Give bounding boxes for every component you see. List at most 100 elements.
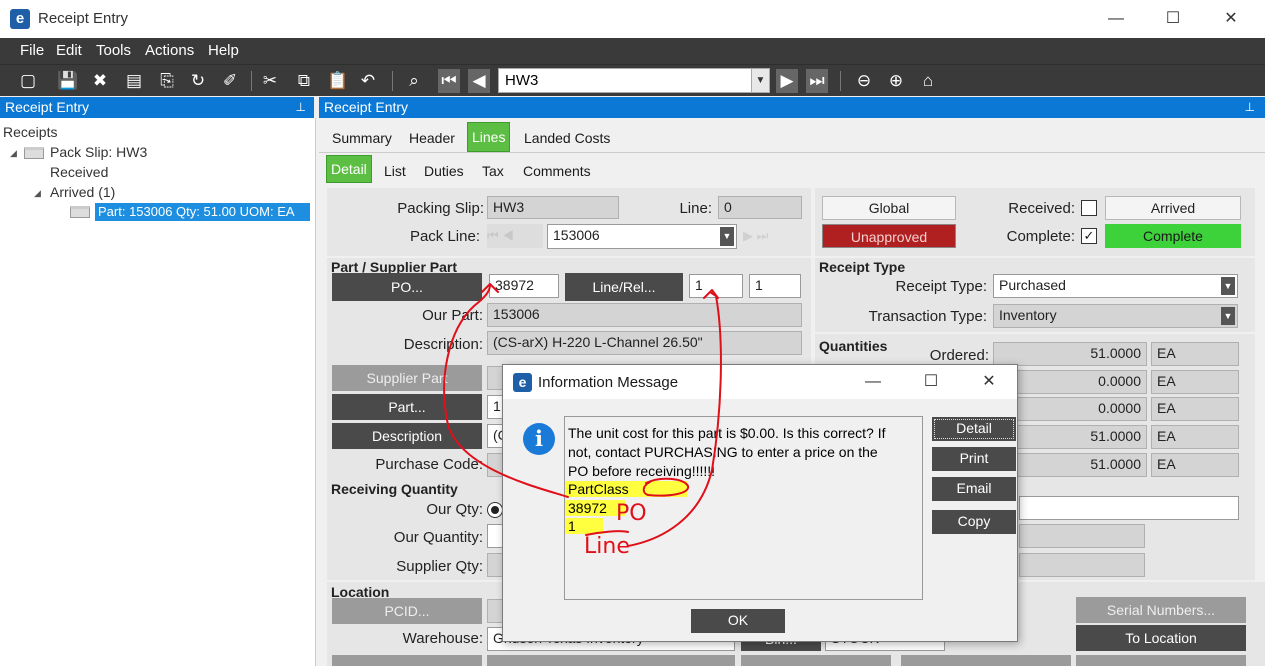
complete-label: Complete: [1006,228,1075,245]
tab-summary[interactable]: Summary [332,130,392,146]
transaction-type-combo[interactable]: Inventory ▼ [993,304,1238,328]
back-icon[interactable]: ⊖ [852,69,876,93]
tree-pack-slip[interactable]: Pack Slip: HW3 [50,144,147,160]
packing-slip-field[interactable]: HW3 [487,196,619,219]
chevron-down-icon[interactable]: ▼ [1221,277,1235,295]
receiving-right-field-3 [1019,553,1145,577]
last-record-icon[interactable]: ⏭ [806,69,828,93]
release-field[interactable]: 1 [749,274,801,298]
description-field[interactable]: (CS-arX) H-220 L-Channel 26.50" [487,331,802,355]
line-field[interactable]: 0 [718,196,802,219]
dialog-detail-button[interactable]: Detail [932,417,1016,441]
dialog-ok-button[interactable]: OK [691,609,785,633]
subtab-tax[interactable]: Tax [482,163,504,179]
menu-bar: File Edit Tools Actions Help [0,38,1265,64]
menu-help[interactable]: Help [208,42,239,59]
tree-root[interactable]: Receipts [3,124,57,140]
subtab-detail[interactable]: Detail [326,155,372,183]
refresh-icon[interactable]: ↻ [186,69,210,93]
dialog-print-button[interactable]: Print [932,447,1016,471]
tree-part-selected[interactable]: Part: 153006 Qty: 51.00 UOM: EA [95,203,310,221]
pack-line-combo[interactable]: 153006 ▼ [547,224,737,249]
record-nav-value: HW3 [505,72,539,89]
dialog-close-button[interactable]: ✕ [977,371,1001,393]
global-button[interactable]: Global [822,196,956,220]
dialog-minimize-button[interactable]: — [861,371,885,393]
part-button[interactable]: Part... [332,394,482,420]
serial-numbers-button[interactable]: Serial Numbers... [1076,597,1246,623]
minimize-button[interactable]: — [1104,8,1128,30]
subtab-duties[interactable]: Duties [424,163,464,179]
pack-line-nav-forward[interactable]: ▶ ⏭ [743,224,799,248]
app-logo-icon: e [10,9,30,29]
chevron-down-icon[interactable]: ▼ [720,227,734,246]
pcid-button[interactable]: PCID... [332,598,482,624]
new-icon[interactable]: ▢ [16,69,40,93]
search-icon[interactable]: ⌕ [402,69,426,93]
line-rel-button[interactable]: Line/Rel... [565,273,683,301]
tree-received[interactable]: Received [50,164,108,180]
bottom-button-4[interactable] [901,655,1071,666]
chevron-down-icon[interactable]: ▼ [751,69,769,92]
bottom-button-1[interactable] [332,655,482,666]
window-title: Receipt Entry [38,10,129,27]
maximize-button[interactable]: ☐ [1161,8,1185,30]
copy-icon[interactable]: ⧉ [292,69,316,93]
menu-tools[interactable]: Tools [96,42,131,59]
dialog-maximize-button[interactable]: ☐ [919,371,943,393]
arrived-button[interactable]: Arrived [1105,196,1241,220]
open-book-icon[interactable]: ▤ [122,69,146,93]
po-button[interactable]: PO... [332,273,482,301]
attach-icon[interactable]: ⎘ [155,69,179,93]
bottom-button-5[interactable] [1076,655,1246,666]
subtab-list[interactable]: List [384,163,406,179]
menu-file[interactable]: File [20,42,44,59]
bottom-button-3[interactable] [741,655,891,666]
pin-icon[interactable]: ⊥ [296,100,306,114]
menu-actions[interactable]: Actions [145,42,194,59]
paste-icon[interactable]: 📋 [326,69,350,93]
clear-icon[interactable]: ✐ [218,69,242,93]
bottom-button-2[interactable] [487,655,735,666]
undo-icon[interactable]: ↶ [356,69,380,93]
close-button[interactable]: ✕ [1219,8,1243,30]
received-checkbox[interactable] [1081,200,1097,216]
po-field[interactable]: 38972 [489,274,559,298]
record-nav-combo[interactable]: HW3 ▼ [498,68,770,93]
first-record-icon[interactable]: ⏮ [438,69,460,93]
expand-icon[interactable]: ◢ [34,188,41,199]
next-record-icon[interactable]: ▶ [776,69,798,93]
tab-landed-costs[interactable]: Landed Costs [524,130,610,146]
delete-icon[interactable]: ✖ [88,69,112,93]
chevron-down-icon[interactable]: ▼ [1221,307,1235,325]
our-qty-radio[interactable] [487,502,503,518]
menu-edit[interactable]: Edit [56,42,82,59]
dialog-title: Information Message [538,374,679,391]
receipt-type-combo[interactable]: Purchased ▼ [993,274,1238,298]
complete-checkbox[interactable]: ✓ [1081,228,1097,244]
line-field-1[interactable]: 1 [689,274,743,298]
supplier-part-button[interactable]: Supplier Part [332,365,482,391]
toolbar-separator [840,71,841,91]
dialog-email-button[interactable]: Email [932,477,1016,501]
home-icon[interactable]: ⌂ [916,69,940,93]
message-highlight-line: 1 [565,518,603,534]
dialog-copy-button[interactable]: Copy [932,510,1016,534]
save-icon[interactable]: 💾 [56,69,80,93]
our-part-field[interactable]: 153006 [487,303,802,327]
forward-icon[interactable]: ⊕ [884,69,908,93]
tree-arrived[interactable]: Arrived (1) [50,184,115,200]
subtab-comments[interactable]: Comments [523,163,591,179]
to-location-button[interactable]: To Location [1076,625,1246,651]
unapproved-button[interactable]: Unapproved [822,224,956,248]
tab-lines[interactable]: Lines [467,122,511,152]
receiving-right-field[interactable] [1019,496,1239,520]
pin-icon[interactable]: ⊥ [1245,100,1255,114]
complete-button[interactable]: Complete [1105,224,1241,248]
prev-record-icon[interactable]: ◀ [468,69,490,93]
tab-header[interactable]: Header [409,130,455,146]
expand-icon[interactable]: ◢ [10,148,17,159]
pack-line-nav-back[interactable]: ⏮ ◀ [487,224,543,248]
cut-icon[interactable]: ✂ [258,69,282,93]
description-button[interactable]: Description [332,423,482,449]
